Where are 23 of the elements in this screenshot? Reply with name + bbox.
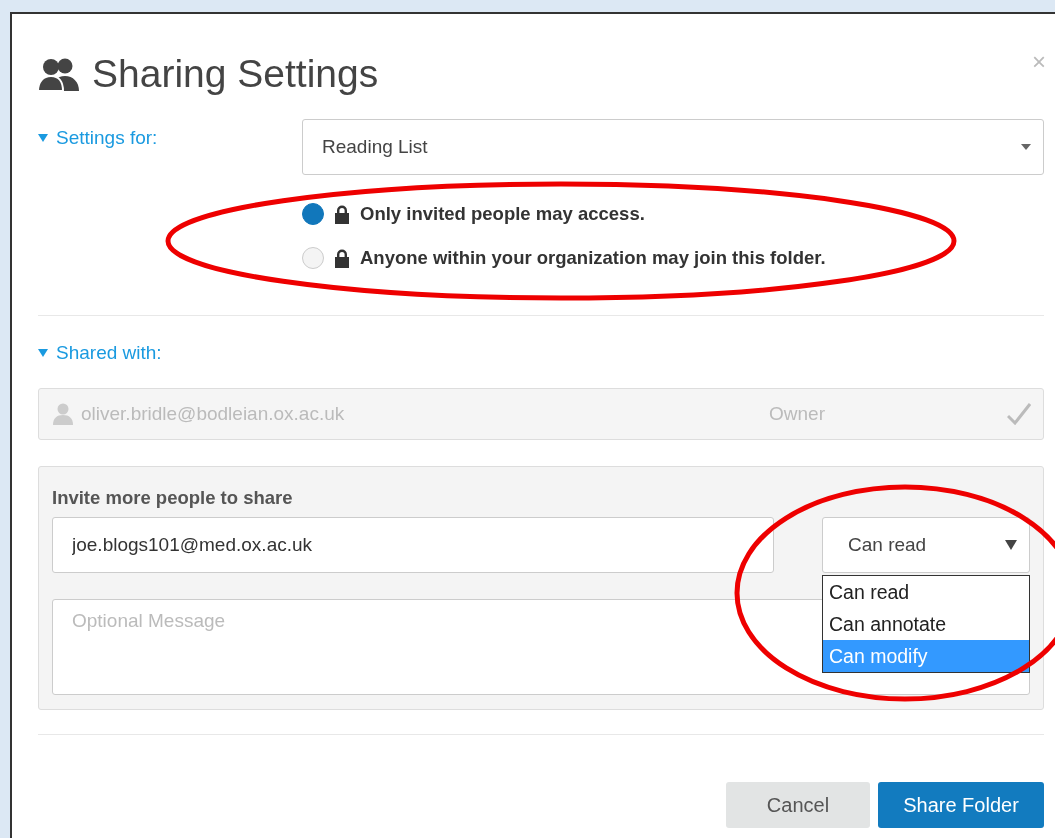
people-icon — [38, 57, 80, 91]
member-role: Owner — [769, 403, 826, 425]
email-field[interactable]: joe.blogs101@med.ox.ac.uk — [52, 517, 774, 573]
person-icon — [53, 403, 73, 425]
section-toggle[interactable]: Shared with: — [38, 342, 1044, 364]
check-icon — [1007, 403, 1031, 425]
lock-icon — [334, 204, 350, 224]
caret-down-icon — [1005, 540, 1017, 550]
permission-select[interactable]: Can read — [822, 517, 1030, 573]
radio-label: Anyone within your organization may join this folder. — [360, 247, 826, 269]
invite-label: Invite more people to share — [52, 487, 294, 509]
caret-down-icon — [1021, 144, 1031, 150]
caret-down-icon — [38, 134, 48, 142]
share-button[interactable]: Share Folder — [878, 782, 1044, 828]
folder-select[interactable]: Reading List — [302, 119, 1044, 175]
caret-down-icon — [38, 349, 48, 357]
dialog-title: Sharing Settings — [92, 52, 379, 96]
cancel-button[interactable]: Cancel — [726, 782, 870, 828]
radio-label: Only invited people may access. — [360, 203, 645, 225]
radio-button[interactable] — [302, 203, 324, 225]
member-email: oliver.bridle@bodleian.ox.ac.uk — [81, 403, 346, 425]
lock-icon — [334, 248, 350, 268]
section-toggle[interactable]: Settings for: — [38, 127, 302, 149]
